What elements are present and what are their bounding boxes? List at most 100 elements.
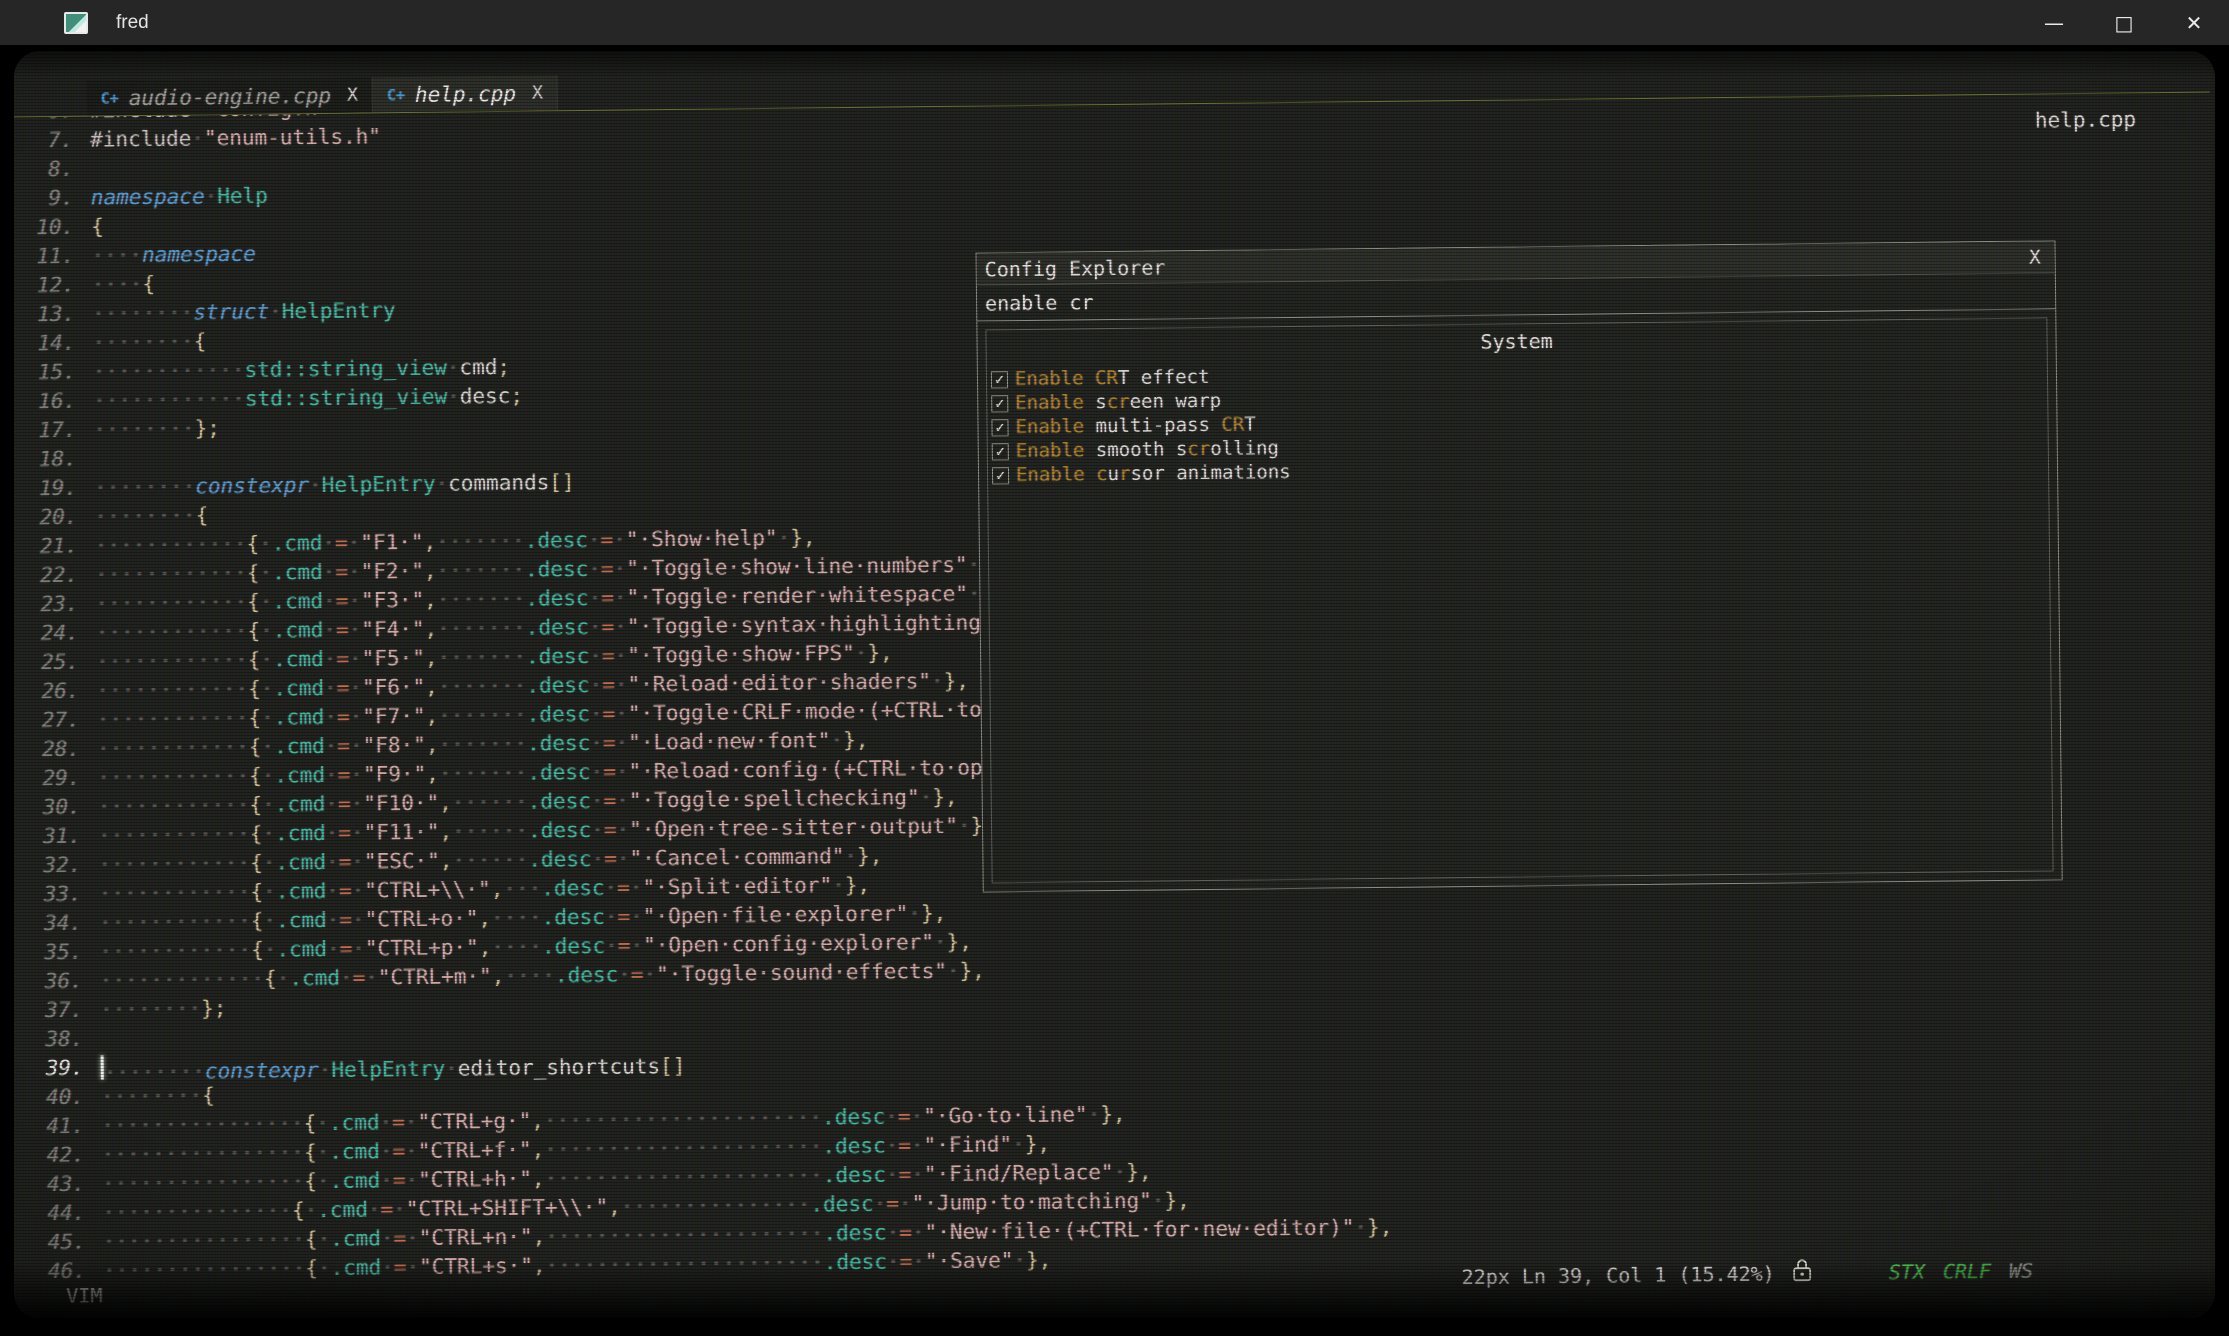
code-token: · [589, 673, 602, 697]
line-number: 42. [31, 1141, 102, 1171]
code-token: · [264, 938, 277, 962]
code-token: , [424, 559, 437, 583]
code-token: }; [201, 996, 227, 1020]
code-token: .cmd [329, 1168, 380, 1193]
line-number: 21. [24, 532, 95, 562]
code-token: ············ [93, 387, 245, 413]
code-token: · [269, 299, 282, 323]
checkbox-checked-icon[interactable]: ✓ [991, 419, 1008, 436]
code-token: .cmd [276, 879, 327, 904]
code-token: · [205, 184, 218, 208]
code-token: ······ [452, 819, 528, 844]
code-token: }, [790, 525, 816, 549]
code-token: "CTRL+h·" [418, 1167, 532, 1192]
checkbox-checked-icon[interactable]: ✓ [991, 371, 1008, 388]
current-file-label: help.cpp [2035, 107, 2136, 132]
code-token: · [589, 615, 602, 639]
code-token: std::string_view [244, 356, 447, 382]
code-token: = [392, 1110, 405, 1134]
code-token: , [426, 762, 439, 786]
code-token: · [777, 526, 790, 550]
checkbox-checked-icon[interactable]: ✓ [992, 443, 1009, 460]
line-number: 29. [26, 764, 97, 794]
code-token: .cmd [276, 937, 327, 962]
code-token: ; [510, 384, 523, 408]
code-token: }, [932, 785, 958, 809]
editor-surface: C+ audio-engine.cpp X C+ help.cpp X help… [14, 51, 2215, 1318]
code-token: ······· [437, 645, 526, 670]
code-token: ··· [503, 877, 541, 901]
code-token: = [339, 879, 352, 903]
minimize-button[interactable]: — [2019, 0, 2089, 45]
code-token: · [630, 875, 643, 899]
tab-close-icon[interactable]: X [532, 82, 543, 103]
code-token: { [292, 1198, 305, 1222]
match-highlight: cr [1107, 391, 1130, 413]
line-number: 15. [22, 358, 93, 388]
code-token: · [405, 1139, 418, 1163]
code-token: ················ [101, 1111, 304, 1137]
code-token: · [368, 1197, 381, 1221]
code-token: ············ [95, 532, 247, 558]
line-number: 30. [27, 793, 98, 823]
code-token: · [630, 933, 643, 957]
code-token: }, [921, 901, 947, 925]
code-token: = [393, 1168, 406, 1192]
code-token: · [447, 384, 460, 408]
code-token: ············ [99, 938, 251, 964]
line-number: 22. [24, 561, 95, 591]
code-token: #include [90, 126, 191, 151]
code-token: · [1152, 1188, 1165, 1212]
code-token: .cmd [330, 1226, 381, 1251]
code-token: · [445, 1056, 458, 1080]
tab-help[interactable]: C+ help.cpp X [373, 75, 558, 112]
code-token: ············ [95, 561, 247, 587]
line-number: 16. [22, 387, 93, 417]
crt-screen: C+ audio-engine.cpp X C+ help.cpp X help… [4, 45, 2225, 1332]
code-token: , [439, 820, 452, 844]
maximize-button[interactable]: □ [2089, 0, 2159, 45]
code-token: · [591, 847, 604, 871]
checkbox-checked-icon[interactable]: ✓ [991, 395, 1008, 412]
code-token: ········ [93, 416, 194, 441]
code-token: · [263, 880, 276, 904]
code-token: "·Jump·to·matching" [911, 1189, 1151, 1216]
checkbox-checked-icon[interactable]: ✓ [992, 467, 1009, 484]
line-number: 8. [19, 155, 90, 185]
line-number: 36. [29, 967, 100, 997]
close-button[interactable]: ✕ [2159, 0, 2229, 45]
code-token: "·Find" [923, 1132, 1012, 1157]
code-token: · [910, 1104, 923, 1128]
tab-audio-engine[interactable]: C+ audio-engine.cpp X [87, 77, 374, 115]
code-token: · [327, 937, 340, 961]
code-token: }, [1100, 1102, 1126, 1126]
code-token: ············ [97, 706, 249, 732]
code-token: = [340, 937, 353, 961]
code-token: "·Split·editor" [642, 873, 832, 899]
code-token: · [326, 850, 339, 874]
code-token: = [617, 876, 630, 900]
code-token: .cmd [289, 966, 340, 991]
code-token: ················ [102, 1169, 305, 1195]
code-token: · [589, 644, 602, 668]
code-token: { [304, 1140, 317, 1164]
tab-close-icon[interactable]: X [347, 85, 358, 106]
code-token: .desc [528, 818, 591, 843]
code-token: .desc [527, 731, 590, 756]
code-token: · [324, 647, 337, 671]
code-token: · [615, 702, 628, 726]
code-token: = [336, 647, 349, 671]
config-item-label: sor animations [1130, 461, 1290, 485]
code-token: · [263, 909, 276, 933]
code-token: "CTRL+n·" [419, 1225, 533, 1250]
line-number: 45. [32, 1228, 103, 1258]
code-token: constexpr [205, 1058, 319, 1083]
code-token: }, [1164, 1188, 1190, 1212]
config-item-label [1083, 367, 1095, 389]
code-token: · [899, 1191, 912, 1215]
code-token: , [492, 964, 505, 988]
code-token: ······· [438, 732, 527, 757]
code-token: = [335, 560, 348, 584]
popup-close-icon[interactable]: X [2029, 246, 2041, 268]
code-token: = [336, 589, 349, 613]
